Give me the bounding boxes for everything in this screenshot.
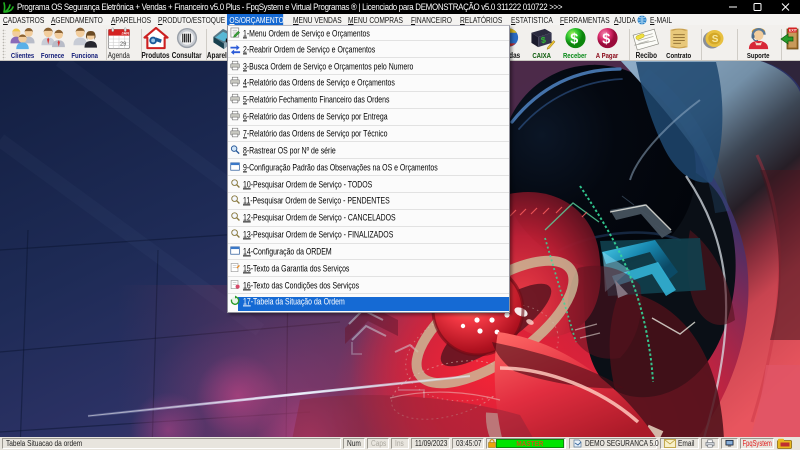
svg-text:$: $: [602, 31, 610, 47]
svg-text:$: $: [570, 31, 578, 47]
svg-text:JAN: JAN: [121, 31, 129, 35]
svg-text:S: S: [712, 34, 719, 45]
svg-text:29: 29: [120, 42, 126, 48]
svg-text:EXIT: EXIT: [789, 29, 798, 33]
